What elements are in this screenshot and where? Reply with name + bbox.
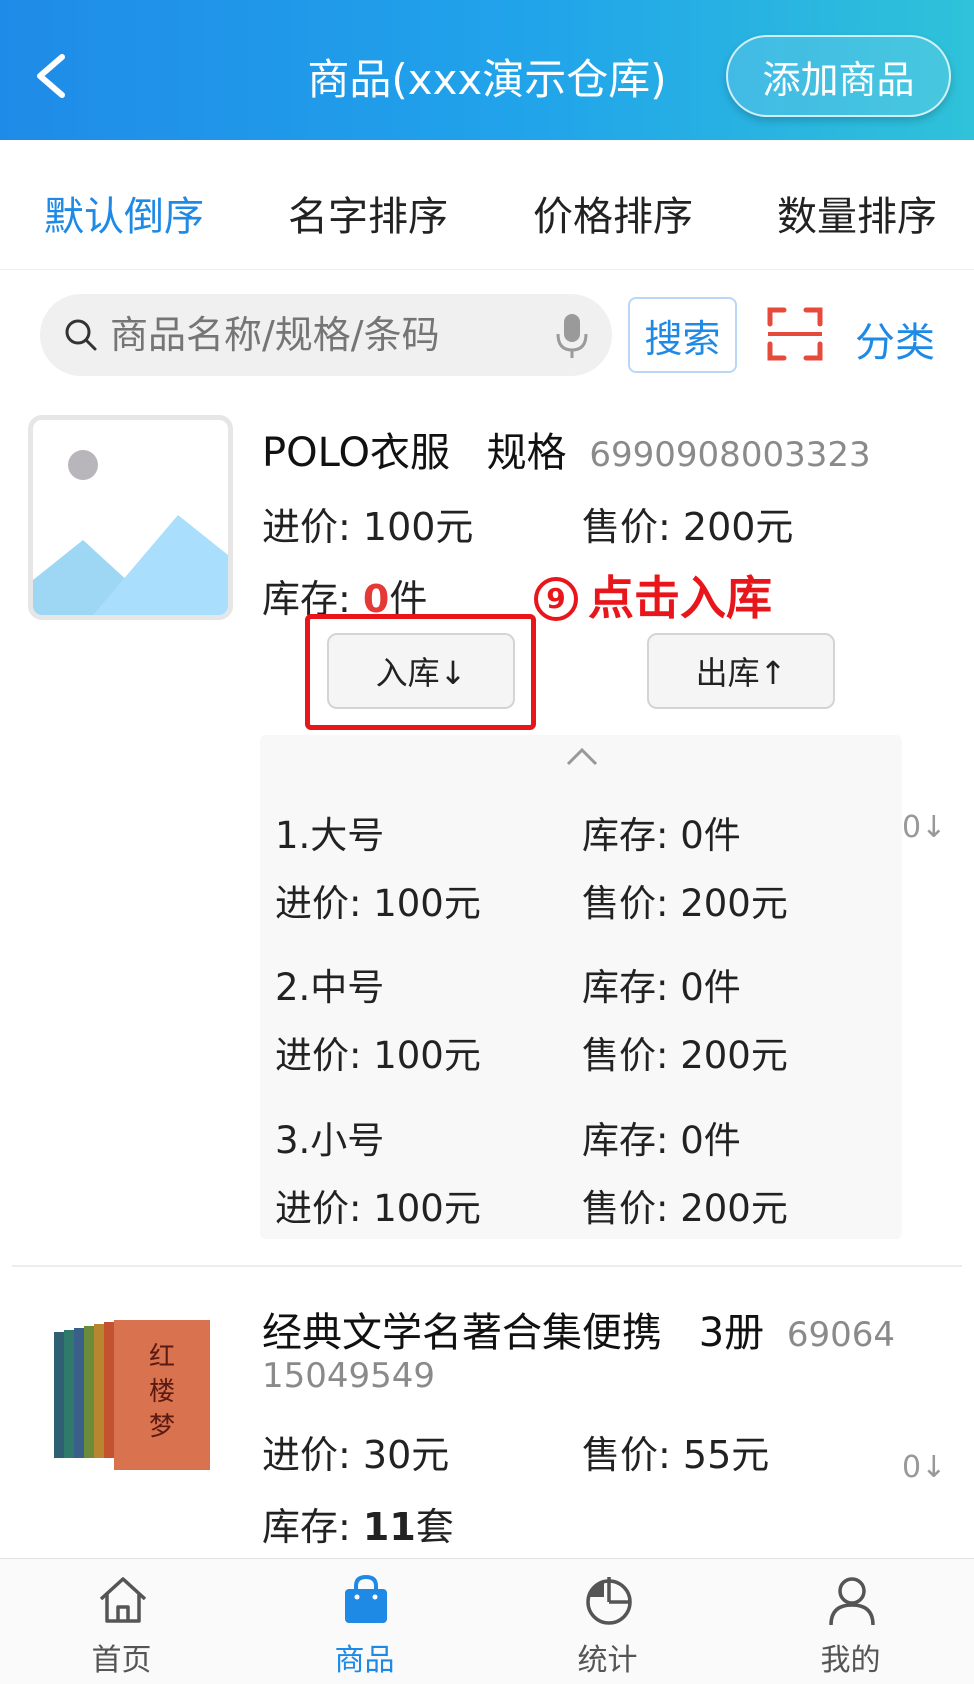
spec-cost: 进价: 100元 (275, 1187, 481, 1230)
book-cover-text: 红 (149, 1342, 175, 1372)
spec-stock: 库存: 0件 (582, 814, 741, 857)
tab-sort-quantity[interactable]: 数量排序 (777, 184, 937, 242)
side-stock-indicator[interactable]: 0↓ (902, 810, 946, 845)
cost-label: 进价: (262, 505, 363, 549)
spec-price: 售价: 200元 (582, 1034, 788, 1077)
nav-home[interactable]: 首页 (0, 1559, 243, 1684)
product-spec: 3册 (698, 1310, 765, 1356)
app-header: 商品(xxx演示仓库) 添加商品 (0, 0, 974, 140)
product-name: 经典文学名著合集便携 3册 69064 (262, 1300, 895, 1358)
divider (12, 1265, 962, 1267)
stock-in-button[interactable]: 入库↓ (327, 633, 515, 709)
spec-name: 1.大号 (275, 814, 385, 857)
cost-price: 进价: 100元 (262, 496, 473, 551)
cost-label: 进价: (262, 1433, 363, 1477)
spec-price: 售价: 200元 (582, 882, 788, 925)
search-button[interactable]: 搜索 (628, 297, 737, 373)
scan-icon[interactable] (766, 306, 824, 362)
annotation-number: 9 (534, 577, 578, 621)
nav-products[interactable]: 商品 (243, 1559, 486, 1684)
nav-label: 首页 (91, 1643, 152, 1678)
book-cover-text: 梦 (149, 1412, 175, 1442)
nav-label: 统计 (577, 1643, 638, 1678)
nav-label: 我的 (820, 1643, 881, 1678)
sale-price: 售价: 55元 (582, 1424, 769, 1479)
price-label: 售价: (582, 1433, 683, 1477)
search-icon (65, 319, 97, 351)
tab-default-desc[interactable]: 默认倒序 (44, 184, 204, 242)
stock-out-button[interactable]: 出库↑ (647, 633, 835, 709)
image-placeholder-icon (33, 420, 228, 615)
category-link[interactable]: 分类 (855, 310, 935, 368)
sort-tab-bar: 默认倒序 名字排序 价格排序 数量排序 (0, 140, 974, 270)
nav-mine[interactable]: 我的 (729, 1559, 972, 1684)
annotation-text: 点击入库 (588, 571, 772, 625)
product-title: POLO衣服 (262, 430, 450, 476)
bag-icon (345, 1574, 387, 1623)
microphone-icon[interactable] (552, 312, 592, 360)
spec-price: 售价: 200元 (582, 1187, 788, 1230)
nav-label: 商品 (334, 1643, 395, 1678)
tutorial-annotation: 9 点击入库 (534, 562, 772, 628)
side-stock-indicator[interactable]: 0↓ (902, 1450, 946, 1485)
cost-price: 进价: 30元 (262, 1424, 449, 1479)
stock-label: 库存: (262, 1505, 363, 1549)
sale-price: 售价: 200元 (582, 496, 793, 551)
price-value: 55元 (682, 1433, 770, 1477)
stock: 库存: 11套 (262, 1496, 454, 1551)
price-label: 售价: (582, 505, 683, 549)
stock-number: 11 (362, 1505, 416, 1549)
product-name: POLO衣服 规格 6990908003323 (262, 420, 871, 478)
spec-stock: 库存: 0件 (582, 1119, 741, 1162)
bottom-navigation: 首页 商品 统计 我的 (0, 1558, 974, 1684)
search-box (40, 294, 612, 376)
product-spec-label: 规格 (486, 430, 567, 476)
spec-cost: 进价: 100元 (275, 882, 481, 925)
book-cover-text: 楼 (149, 1377, 175, 1407)
tab-sort-price[interactable]: 价格排序 (533, 184, 693, 242)
product-image-books[interactable]: 红 楼 梦 (54, 1320, 214, 1470)
pie-chart-icon (586, 1577, 632, 1625)
user-icon (829, 1577, 875, 1626)
stock-unit: 套 (415, 1505, 454, 1549)
product-title: 经典文学名著合集便携 (262, 1310, 662, 1356)
product-barcode: 6990908003323 (589, 435, 871, 475)
product-image-placeholder[interactable] (28, 415, 233, 620)
spec-name: 3.小号 (275, 1119, 385, 1162)
add-product-button[interactable]: 添加商品 (726, 35, 951, 117)
cost-value: 30元 (362, 1433, 450, 1477)
nav-statistics[interactable]: 统计 (486, 1559, 729, 1684)
home-icon (99, 1577, 147, 1623)
spec-stock: 库存: 0件 (582, 966, 741, 1009)
product-barcode: 69064 (786, 1315, 896, 1355)
price-value: 200元 (682, 505, 794, 549)
spec-name: 2.中号 (275, 966, 385, 1009)
spec-cost: 进价: 100元 (275, 1034, 481, 1077)
search-input[interactable] (110, 294, 540, 376)
chevron-up-icon[interactable] (565, 745, 599, 767)
spec-list-panel: 1.大号 库存: 0件 进价: 100元 售价: 200元 2.中号 库存: 0… (260, 735, 902, 1239)
cost-value: 100元 (362, 505, 474, 549)
product-barcode-continued: 15049549 (262, 1356, 436, 1396)
tab-sort-name[interactable]: 名字排序 (288, 184, 448, 242)
